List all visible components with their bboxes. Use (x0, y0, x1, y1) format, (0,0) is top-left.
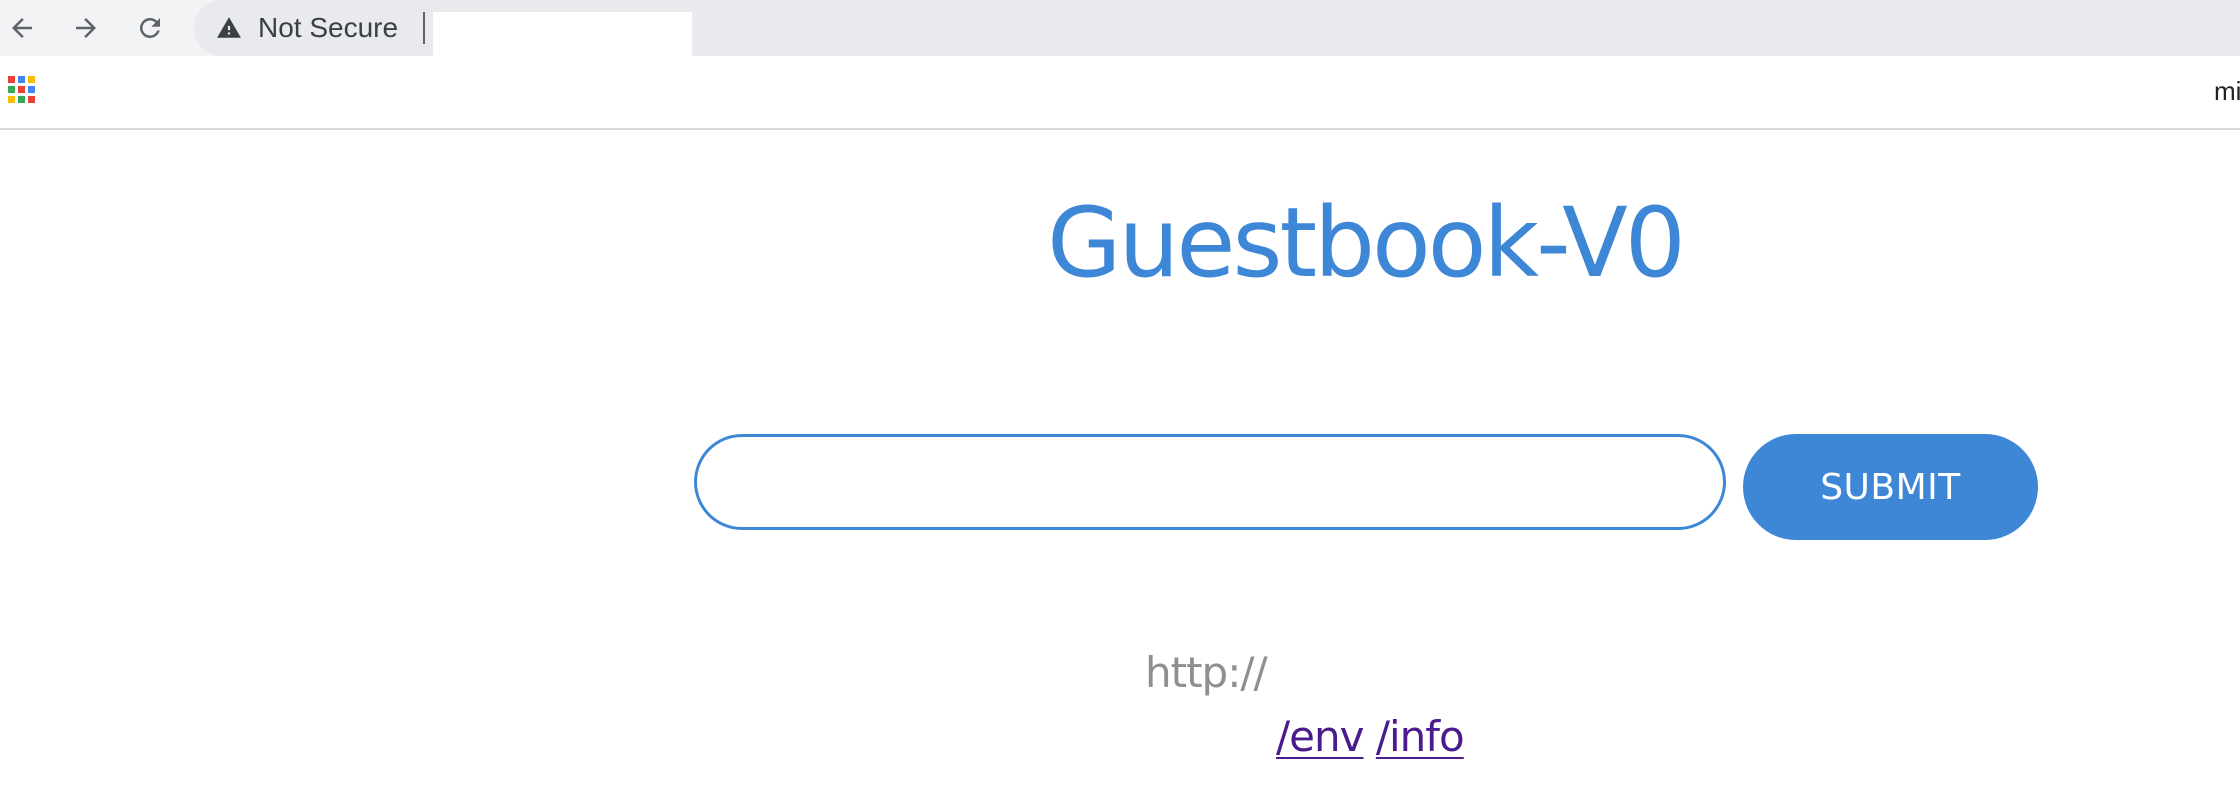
browser-toolbar: Not Secure (0, 0, 2240, 56)
submit-button[interactable]: SUBMIT (1743, 434, 2038, 540)
forward-button[interactable] (66, 8, 106, 48)
page-title-container: Guestbook-V0 (1045, 178, 1686, 308)
bookmarks-bar: mi (0, 56, 2240, 130)
bookmark-item[interactable]: mi (2214, 76, 2240, 107)
arrow-left-icon (12, 18, 32, 38)
back-button[interactable] (2, 8, 42, 48)
security-label: Not Secure (258, 12, 399, 43)
reload-button[interactable] (130, 8, 170, 48)
reload-icon (140, 18, 160, 38)
page-title: Guestbook-V0 (1047, 187, 1686, 299)
apps-grid-icon[interactable] (8, 76, 36, 104)
info-link[interactable]: /info (1376, 712, 1465, 761)
warning-triangle-icon (217, 17, 241, 38)
security-chip[interactable]: Not Secure (216, 0, 398, 56)
host-address-text: http:// (1145, 648, 1268, 697)
guestbook-entry-input[interactable] (694, 434, 1726, 530)
footer-links: /env /info (1276, 712, 1465, 761)
arrow-right-icon (76, 18, 96, 38)
address-bar[interactable]: Not Secure (194, 0, 2240, 56)
omnibox-divider (423, 12, 425, 44)
env-link[interactable]: /env (1276, 712, 1364, 761)
url-field[interactable] (433, 12, 692, 56)
